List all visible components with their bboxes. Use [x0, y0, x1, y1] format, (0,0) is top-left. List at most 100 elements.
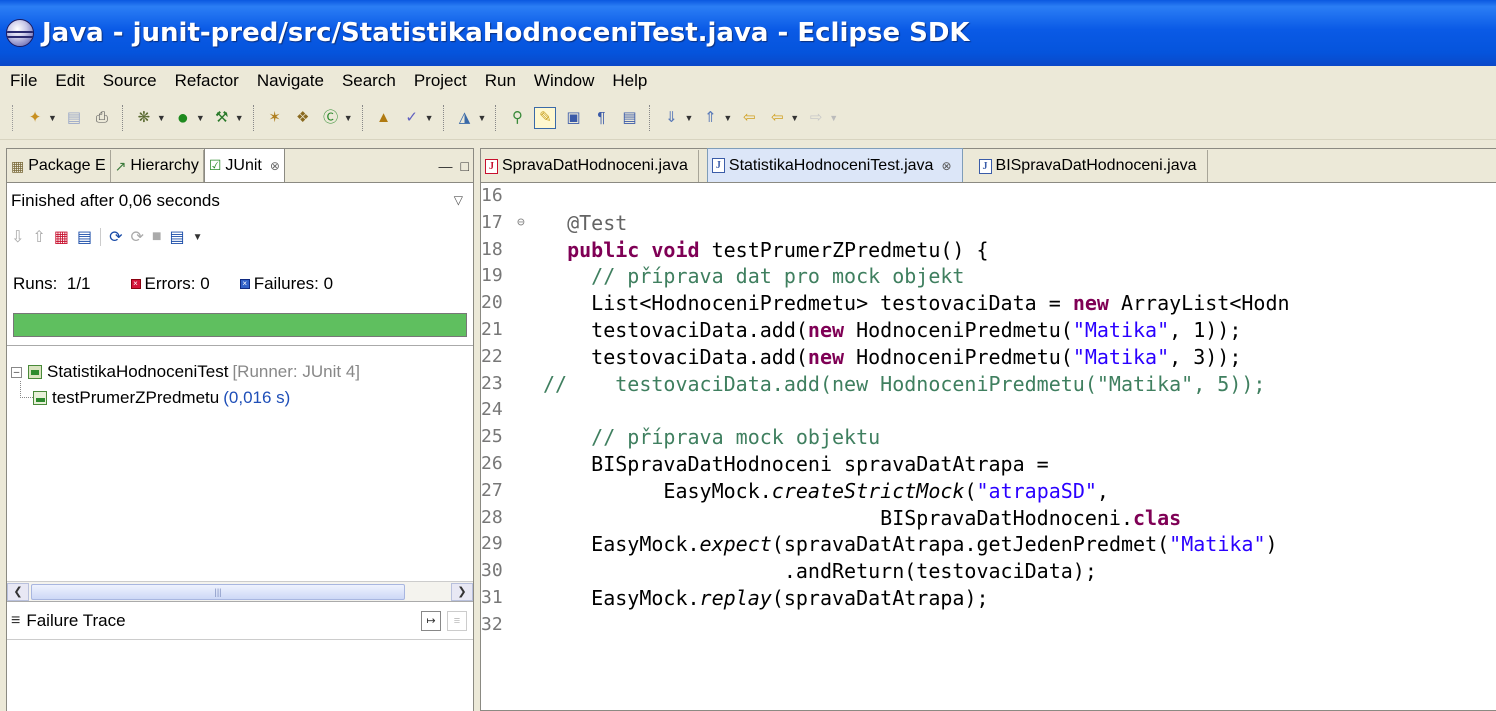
- tab-hierarchy[interactable]: ↗ Hierarchy: [111, 150, 204, 182]
- search-icon[interactable]: ✓: [401, 107, 423, 129]
- new-java-project-icon[interactable]: ✶: [264, 107, 286, 129]
- open-type-icon[interactable]: ▲: [373, 107, 395, 129]
- test-run-history-icon[interactable]: ▤: [170, 227, 185, 247]
- tab-junit[interactable]: ☑ JUnit ⊗: [203, 148, 285, 182]
- run-icon[interactable]: ●: [172, 107, 194, 129]
- code-line[interactable]: 16: [481, 183, 1496, 210]
- code-line[interactable]: 27 EasyMock.createStrictMock("atrapaSD",: [481, 478, 1496, 505]
- code-line[interactable]: 17 ⊖ @Test: [481, 210, 1496, 237]
- show-source-icon[interactable]: ▤: [618, 107, 640, 129]
- code-line[interactable]: 23 // testovaciData.add(new HodnoceniPred…: [481, 371, 1496, 398]
- sash-divider[interactable]: [7, 345, 473, 348]
- code-line[interactable]: 31 EasyMock.replay(spravaDatAtrapa);: [481, 585, 1496, 612]
- print-icon[interactable]: ⎙: [91, 107, 113, 129]
- toggle-breadcrumb-icon[interactable]: ⚲: [506, 107, 528, 129]
- code-line[interactable]: 30 .andReturn(testovaciData);: [481, 558, 1496, 585]
- forward-icon[interactable]: ⇨: [805, 107, 827, 129]
- toolbar-separator: [252, 104, 255, 131]
- show-whitespace-icon[interactable]: ¶: [590, 107, 612, 129]
- compare-result-icon[interactable]: ≡: [447, 610, 467, 631]
- code-line[interactable]: 20 List<HodnoceniPredmetu> testovaciData…: [481, 290, 1496, 317]
- previous-failure-icon[interactable]: ⇧: [32, 227, 45, 247]
- code-line[interactable]: 28 BISpravaDatHodnoceni.clas: [481, 505, 1496, 532]
- menu-navigate[interactable]: Navigate: [248, 71, 333, 91]
- perspective-dropdown-icon[interactable]: ▼: [478, 113, 487, 123]
- scrollbar-thumb[interactable]: |||: [31, 583, 405, 600]
- tab-sprava-dat-hodnoceni[interactable]: J SpravaDatHodnoceni.java: [481, 150, 699, 182]
- menu-project[interactable]: Project: [405, 71, 476, 91]
- main-toolbar: ✦ ▼ ▤ ⎙ ❋ ▼ ● ▼ ⚒ ▼ ✶ ❖ Ⓒ ▼ ▲ ✓ ▼ ◮ ▼ ⚲ ✎ ▣ ¶ ▤…: [0, 96, 1496, 140]
- next-failure-icon[interactable]: ⇩: [11, 227, 24, 247]
- code-text: public void testPrumerZPredmetu() {: [567, 237, 989, 262]
- next-annotation-dropdown-icon[interactable]: ▼: [684, 113, 693, 123]
- new-class-icon[interactable]: Ⓒ: [320, 107, 342, 129]
- tab-bi-sprava-dat-hodnoceni[interactable]: J BISpravaDatHodnoceni.java: [975, 150, 1208, 182]
- new-dropdown-icon[interactable]: ▼: [48, 113, 57, 123]
- failure-trace-area[interactable]: [7, 639, 473, 711]
- close-icon[interactable]: ⊗: [941, 159, 951, 173]
- fold-toggle-icon[interactable]: ⊖: [517, 210, 525, 237]
- tab-package-explorer[interactable]: ▦ Package E: [7, 150, 111, 182]
- block-selection-icon[interactable]: ▣: [562, 107, 584, 129]
- rerun-test-icon[interactable]: ⟳: [109, 227, 122, 247]
- new-package-icon[interactable]: ❖: [292, 107, 314, 129]
- search-dropdown-icon[interactable]: ▼: [425, 113, 434, 123]
- external-tools-icon[interactable]: ⚒: [211, 107, 233, 129]
- new-class-dropdown-icon[interactable]: ▼: [344, 113, 353, 123]
- code-line[interactable]: 24: [481, 397, 1496, 424]
- run-dropdown-icon[interactable]: ▼: [196, 113, 205, 123]
- rerun-failed-first-icon[interactable]: ⟳: [130, 227, 143, 247]
- tree-item-suite[interactable]: – StatistikaHodnoceniTest [Runner: JUnit…: [11, 359, 360, 385]
- minimize-icon[interactable]: —: [439, 158, 453, 174]
- history-dropdown-icon[interactable]: ▼: [193, 232, 203, 243]
- menu-refactor[interactable]: Refactor: [166, 71, 248, 91]
- new-wizard-icon[interactable]: ✦: [24, 107, 46, 129]
- filter-stack-trace-icon[interactable]: ↦: [421, 610, 441, 631]
- scroll-left-icon[interactable]: ❮: [7, 582, 29, 601]
- code-line[interactable]: 26 BISpravaDatHodnoceni spravaDatAtrapa …: [481, 451, 1496, 478]
- code-line[interactable]: 18 public void testPrumerZPredmetu() {: [481, 237, 1496, 264]
- close-icon[interactable]: ⊗: [270, 159, 280, 173]
- menu-help[interactable]: Help: [603, 71, 656, 91]
- open-perspective-icon[interactable]: ◮: [454, 107, 476, 129]
- save-icon[interactable]: ▤: [63, 107, 85, 129]
- last-edit-location-icon[interactable]: ⇦: [738, 107, 760, 129]
- toolbar-grip[interactable]: [12, 104, 15, 131]
- scroll-right-icon[interactable]: ❯: [451, 582, 473, 601]
- tab-statistika-hodnoceni-test[interactable]: J StatistikaHodnoceniTest.java ⊗: [706, 148, 963, 182]
- debug-icon[interactable]: ❋: [133, 107, 155, 129]
- code-line[interactable]: 21 testovaciData.add(new HodnoceniPredme…: [481, 317, 1496, 344]
- mark-occurrences-icon[interactable]: ✎: [534, 106, 557, 129]
- previous-annotation-icon[interactable]: ⇑: [699, 107, 721, 129]
- code-line[interactable]: 25 // příprava mock objektu: [481, 424, 1496, 451]
- code-line[interactable]: 22 testovaciData.add(new HodnoceniPredme…: [481, 344, 1496, 371]
- show-failures-only-icon[interactable]: ▦: [54, 227, 69, 247]
- menu-run[interactable]: Run: [476, 71, 525, 91]
- forward-dropdown-icon[interactable]: ▼: [829, 113, 838, 123]
- horizontal-scrollbar[interactable]: ❮ ||| ❯: [7, 581, 473, 601]
- menu-edit[interactable]: Edit: [46, 71, 93, 91]
- test-name: testPrumerZPredmetu: [52, 388, 220, 407]
- window-title-bar[interactable]: Java - junit-pred/src/StatistikaHodnocen…: [0, 0, 1496, 66]
- external-tools-dropdown-icon[interactable]: ▼: [235, 113, 244, 123]
- maximize-icon[interactable]: □: [461, 158, 469, 174]
- collapse-icon[interactable]: –: [11, 366, 22, 378]
- code-area[interactable]: 16 17 ⊖ @Test 18 public void testPrumerZPre…: [481, 183, 1496, 711]
- scroll-lock-icon[interactable]: ▤: [77, 227, 92, 247]
- menu-search[interactable]: Search: [333, 71, 405, 91]
- stop-run-icon[interactable]: ■: [152, 228, 162, 246]
- debug-dropdown-icon[interactable]: ▼: [157, 113, 166, 123]
- back-icon[interactable]: ⇦: [766, 107, 788, 129]
- code-line[interactable]: 19 // příprava dat pro mock objekt: [481, 263, 1496, 290]
- view-menu-icon[interactable]: ▽: [454, 193, 463, 207]
- next-annotation-icon[interactable]: ⇓: [660, 107, 682, 129]
- tree-item-test[interactable]: testPrumerZPredmetu (0,016 s): [11, 381, 360, 411]
- menu-file[interactable]: File: [4, 71, 46, 91]
- code-line[interactable]: 29 EasyMock.expect(spravaDatAtrapa.getJe…: [481, 531, 1496, 558]
- code-line[interactable]: 32: [481, 612, 1496, 639]
- previous-annotation-dropdown-icon[interactable]: ▼: [723, 113, 732, 123]
- menu-source[interactable]: Source: [94, 71, 166, 91]
- menu-window[interactable]: Window: [525, 71, 603, 91]
- line-number: 20: [481, 292, 503, 314]
- back-dropdown-icon[interactable]: ▼: [790, 113, 799, 123]
